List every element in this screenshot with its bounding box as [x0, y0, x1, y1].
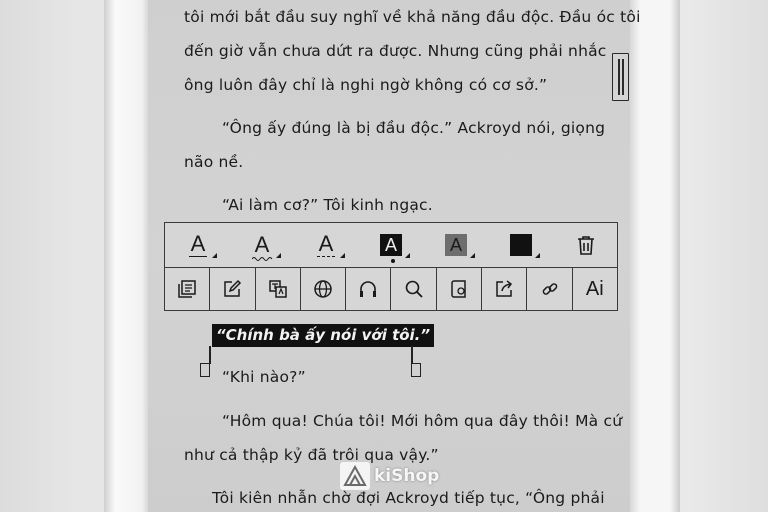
translate-icon: [268, 280, 287, 298]
dropdown-arrow-icon: [276, 253, 281, 258]
logo-mark-icon: [343, 465, 367, 486]
text-line: “Ai làm cơ?” Tôi kinh ngạc.: [222, 196, 433, 214]
selected-style-indicator: [391, 259, 395, 263]
read-aloud-button[interactable]: [346, 268, 392, 310]
text-line: tôi mới bắt đầu suy nghĩ về khả năng đầu…: [184, 8, 641, 26]
delete-button[interactable]: [569, 229, 603, 261]
highlight-gray-icon: A: [445, 234, 467, 256]
edit-note-icon: [224, 279, 242, 297]
globe-icon: [314, 280, 332, 298]
annotation-toolbar: A A A A A Ai: [164, 222, 618, 311]
web-search-button[interactable]: [301, 268, 347, 310]
text-line: “Hôm qua! Chúa tôi! Mới hôm qua đây thôi…: [222, 412, 623, 430]
style-glyph: A: [254, 232, 270, 257]
brand-name: kiShop: [374, 466, 440, 486]
text-line: đến giờ vẫn chưa dứt ra được. Nhưng cũng…: [184, 42, 607, 60]
text-line: ông luôn đây chỉ là nghi ngờ không có cơ…: [184, 76, 548, 94]
text-line: “Ông ấy đúng là bị đầu độc.” Ackroyd nói…: [222, 119, 606, 137]
underline-solid-button[interactable]: A: [181, 229, 217, 261]
copy-button[interactable]: [165, 268, 211, 310]
selection-end-handle[interactable]: [411, 346, 421, 378]
dictionary-icon: [451, 280, 466, 298]
handle-bar: [209, 346, 211, 364]
trash-icon: [578, 236, 594, 255]
page-drag-handle[interactable]: [612, 53, 629, 101]
dropdown-arrow-icon: [212, 253, 217, 258]
underline-wavy-icon: A: [251, 232, 273, 261]
link-icon: [542, 283, 557, 295]
dropdown-arrow-icon: [340, 253, 345, 258]
underline-solid-icon: A: [188, 231, 208, 257]
watermark: kiShop: [340, 462, 439, 490]
headphones-icon: [360, 281, 377, 297]
underline-dashed-icon: A: [316, 231, 336, 257]
handle-bar: [411, 346, 413, 364]
search-button[interactable]: [391, 268, 437, 310]
underline-wavy-button[interactable]: A: [245, 229, 281, 261]
search-icon: [405, 280, 423, 298]
handle-grip: [200, 363, 210, 377]
dropdown-arrow-icon: [535, 253, 540, 258]
highlight-gray-button[interactable]: A: [439, 229, 475, 261]
dictionary-button[interactable]: [437, 268, 483, 310]
brand-logo-icon: [340, 462, 370, 490]
action-row: Ai: [165, 268, 617, 310]
translate-button[interactable]: [256, 268, 301, 310]
link-button[interactable]: [527, 268, 573, 310]
ai-label: Ai: [585, 277, 604, 300]
highlight-black-button[interactable]: A: [374, 229, 410, 261]
wavy-line-icon: [251, 257, 273, 261]
share-icon: [496, 280, 513, 297]
highlight-style-row: A A A A A: [165, 223, 617, 268]
fill-black-button[interactable]: [504, 229, 540, 261]
device-bezel-right: [630, 0, 680, 512]
copy-text-icon: [178, 280, 196, 298]
selection-start-handle[interactable]: [200, 346, 211, 378]
underline-dashed-button[interactable]: A: [309, 229, 345, 261]
note-button[interactable]: [210, 268, 256, 310]
handle-grip: [411, 363, 421, 377]
text-line: “Khi nào?”: [222, 368, 306, 386]
highlight-black-icon: A: [380, 234, 402, 256]
selected-text[interactable]: “Chính bà ấy nói với tôi.”: [212, 324, 435, 347]
ai-button[interactable]: Ai: [573, 268, 617, 310]
text-line: não nề.: [184, 153, 244, 171]
device-bezel-left: [104, 0, 148, 512]
share-button[interactable]: [482, 268, 528, 310]
dropdown-arrow-icon: [405, 253, 410, 258]
fill-black-icon: [510, 234, 532, 256]
text-line: Tôi kiên nhẫn chờ đợi Ackroyd tiếp tục, …: [212, 489, 605, 507]
dropdown-arrow-icon: [470, 253, 475, 258]
